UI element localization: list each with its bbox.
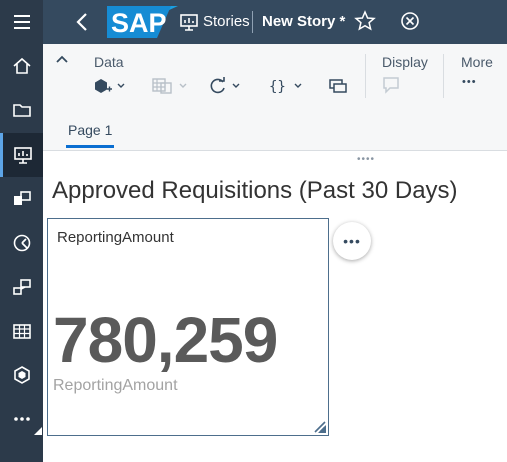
stories-icon: [14, 147, 32, 164]
table-icon: [12, 324, 31, 339]
copy-icon[interactable]: [328, 78, 348, 94]
data-section-label: Data: [94, 54, 124, 70]
drag-grip[interactable]: ••••: [357, 154, 375, 165]
formula-icon[interactable]: {}: [269, 77, 305, 95]
collapse-toolbar-icon[interactable]: [55, 54, 69, 64]
rail-digital-boardroom[interactable]: [0, 221, 43, 265]
rail-tables[interactable]: [0, 309, 43, 353]
data-source-icon[interactable]: [151, 77, 189, 95]
rail-stories[interactable]: [0, 133, 43, 177]
favorite-star-icon[interactable]: [354, 10, 376, 32]
sap-logo-text: SAP: [111, 8, 167, 38]
shell-bar: SAP Stories New Story *: [43, 0, 507, 44]
more-section-label: More: [461, 54, 493, 70]
home-icon: [12, 57, 31, 74]
kpi-subtitle: ReportingAmount: [53, 377, 178, 394]
resize-handle-icon[interactable]: [312, 419, 326, 433]
display-section-label: Display: [382, 54, 428, 70]
toolbar-divider: [365, 54, 366, 98]
story-name[interactable]: New Story *: [262, 13, 345, 30]
cube-icon: [13, 366, 30, 384]
rail-data-modeler[interactable]: [0, 265, 43, 309]
page-tabs: Page 1: [43, 110, 507, 151]
more-icon: [13, 417, 30, 421]
menu-button[interactable]: [0, 0, 43, 44]
rail-cube[interactable]: [0, 353, 43, 397]
data-modeler-icon: [12, 279, 31, 295]
svg-text:{}: {}: [269, 79, 286, 95]
digital-boardroom-icon: [13, 234, 30, 252]
tab-page-1[interactable]: Page 1: [68, 122, 112, 138]
story-title[interactable]: Approved Requisitions (Past 30 Days): [52, 177, 458, 205]
close-icon[interactable]: [400, 11, 420, 31]
refresh-icon[interactable]: [209, 77, 243, 95]
rail-analytic-app[interactable]: [0, 177, 43, 221]
tile-more-actions-button[interactable]: •••: [333, 222, 371, 260]
kpi-tile[interactable]: ReportingAmount 780,259 ReportingAmount: [47, 218, 329, 436]
left-nav-rail: [0, 0, 43, 462]
stories-section-icon: [180, 14, 198, 31]
expand-corner-icon[interactable]: [34, 427, 42, 435]
toolbar: Data {} Display More •••: [43, 44, 507, 110]
analytic-app-icon: [13, 191, 31, 205]
more-overflow-button[interactable]: •••: [462, 76, 477, 88]
comment-icon[interactable]: [381, 76, 401, 94]
active-tab-indicator: [66, 145, 114, 148]
toolbar-divider: [443, 54, 444, 98]
rail-home[interactable]: [0, 44, 43, 88]
rail-files[interactable]: [0, 88, 43, 132]
back-arrow-icon[interactable]: [73, 11, 93, 33]
tile-header: ReportingAmount: [57, 229, 174, 246]
menu-icon: [13, 15, 30, 29]
section-title[interactable]: Stories: [203, 13, 250, 30]
kpi-value: 780,259: [53, 304, 278, 376]
folder-icon: [12, 104, 31, 117]
story-canvas: •••• Approved Requisitions (Past 30 Days…: [43, 151, 507, 462]
title-separator: [252, 11, 253, 33]
add-data-icon[interactable]: [93, 77, 125, 95]
